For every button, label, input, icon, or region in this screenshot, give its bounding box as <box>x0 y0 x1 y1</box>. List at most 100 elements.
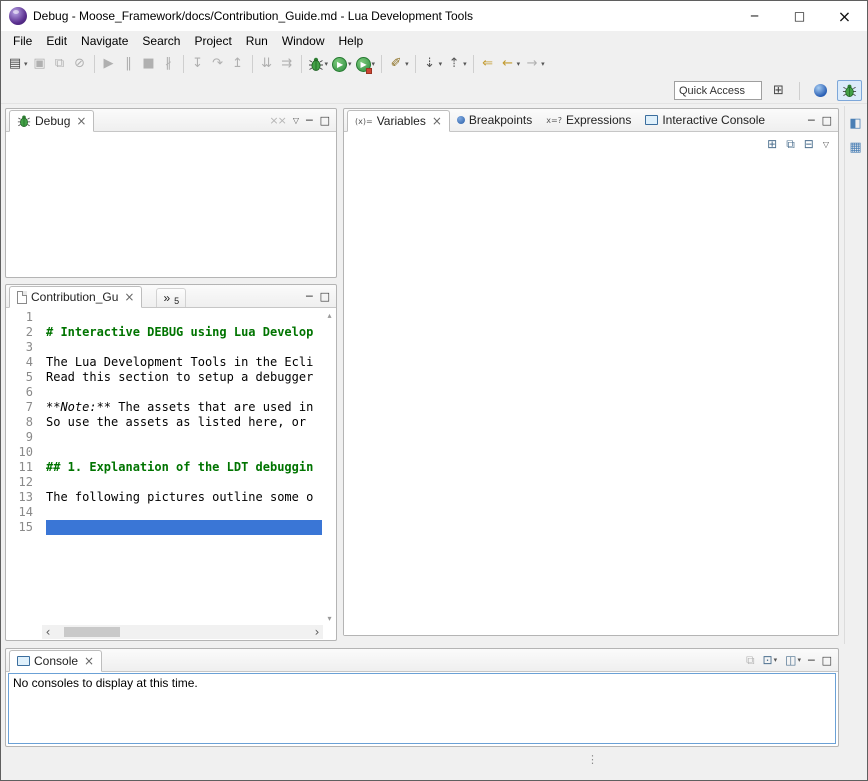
resume-button[interactable]: ▶ <box>99 53 119 75</box>
menu-file[interactable]: File <box>6 32 39 50</box>
step-return-button[interactable]: ↥ <box>228 53 248 75</box>
save-all-button[interactable]: ⧉ <box>50 53 70 75</box>
pin-console-icon[interactable]: ⧉ <box>746 653 755 668</box>
remove-all-terminated-icon[interactable]: ×× <box>269 114 285 127</box>
chevron-down-icon[interactable]: ▾ <box>797 656 801 664</box>
console-maximize-icon[interactable]: □ <box>822 654 832 667</box>
step-into-button[interactable]: ↧ <box>188 53 208 75</box>
chevron-down-icon[interactable]: ▾ <box>372 60 376 68</box>
tab-contribution-guide-close-icon[interactable]: × <box>124 290 134 304</box>
line-number[interactable]: 14 <box>6 505 33 520</box>
line-number[interactable]: 11 <box>6 460 33 475</box>
drop-to-frame-button[interactable]: ⇊ <box>257 53 277 75</box>
line-number[interactable]: 8 <box>6 415 33 430</box>
menu-help[interactable]: Help <box>332 32 371 50</box>
line-number[interactable]: 1 <box>6 310 33 325</box>
line-number[interactable]: 4 <box>6 355 33 370</box>
tab-expressions[interactable]: x=?Expressions <box>539 109 638 131</box>
scroll-up-icon[interactable]: ▴ <box>327 311 331 320</box>
line-number[interactable]: 6 <box>6 385 33 400</box>
open-console-icon[interactable]: ◫▾ <box>785 653 801 667</box>
tab-contribution-guide[interactable]: Contribution_Gu × <box>9 286 142 308</box>
line-number[interactable]: 3 <box>6 340 33 355</box>
chevron-down-icon[interactable]: ▾ <box>517 60 521 68</box>
line-number[interactable]: 10 <box>6 445 33 460</box>
external-tools-button[interactable]: ▶▾ <box>354 53 378 75</box>
chevron-down-icon[interactable]: ▾ <box>439 60 443 68</box>
display-selected-console-icon[interactable]: ⊡▾ <box>763 653 778 667</box>
tab-debug-close-icon[interactable]: × <box>76 114 86 128</box>
scroll-down-icon[interactable]: ▾ <box>327 614 331 623</box>
scroll-left-icon[interactable]: ‹ <box>42 626 54 638</box>
scrollbar-thumb[interactable] <box>64 627 120 637</box>
line-number[interactable]: 12 <box>6 475 33 490</box>
editor-vertical-scrollbar[interactable]: ▴ ▾ <box>323 308 336 626</box>
disconnect-button[interactable]: ∦ <box>159 53 179 75</box>
step-over-button[interactable]: ↷ <box>208 53 228 75</box>
line-number[interactable]: 15 <box>6 520 33 535</box>
editor-horizontal-scrollbar[interactable]: ‹ › <box>42 625 323 639</box>
scroll-right-icon[interactable]: › <box>311 626 323 638</box>
chevron-down-icon[interactable]: ▾ <box>24 60 28 68</box>
minimized-view-restore-icon[interactable]: ◧ <box>849 116 861 131</box>
terminate-button[interactable]: ■ <box>139 53 159 75</box>
use-step-filters-button[interactable]: ⇉ <box>277 53 297 75</box>
minimize-window-button[interactable]: ─ <box>732 1 777 31</box>
scrollbar-track[interactable] <box>54 625 311 639</box>
line-number[interactable]: 9 <box>6 430 33 445</box>
line-number[interactable]: 2 <box>6 325 33 340</box>
tab-breakpoints[interactable]: Breakpoints <box>450 109 539 131</box>
menu-navigate[interactable]: Navigate <box>74 32 135 50</box>
close-window-button[interactable]: × <box>822 1 867 31</box>
menu-search[interactable]: Search <box>135 32 187 50</box>
skip-all-breakpoints-button[interactable]: ⊘ <box>70 53 90 75</box>
chevron-down-icon[interactable]: ▾ <box>405 60 409 68</box>
back-button[interactable]: ←▾ <box>498 53 523 75</box>
open-element-button[interactable]: ✐▾ <box>386 53 411 75</box>
console-minimize-icon[interactable]: ─ <box>808 654 815 667</box>
editor-tab-overflow[interactable]: »5 <box>156 288 186 307</box>
show-type-names-icon[interactable]: ⊞ <box>767 137 777 151</box>
code-area[interactable]: # Interactive DEBUG using Lua Develop Th… <box>46 310 322 625</box>
chevron-down-icon[interactable]: ▾ <box>325 60 329 68</box>
lua-perspective-button[interactable] <box>808 80 833 101</box>
suspend-button[interactable]: ‖ <box>119 53 139 75</box>
debug-button[interactable]: ▾ <box>306 53 331 75</box>
chevron-down-icon[interactable]: ▾ <box>774 656 778 664</box>
save-button[interactable]: ▣ <box>30 53 50 75</box>
view-menu-icon[interactable]: ▽ <box>823 140 829 149</box>
variables-maximize-icon[interactable]: □ <box>822 114 832 127</box>
open-perspective-button[interactable]: ⊞ <box>766 80 791 101</box>
line-number[interactable]: 13 <box>6 490 33 505</box>
minimized-view-palette-icon[interactable]: ▦ <box>849 140 861 155</box>
trim-grip-handle[interactable]: ⋮ <box>587 753 598 766</box>
debug-view-menu-icon[interactable]: ▽ <box>293 116 299 125</box>
last-edit-location-button[interactable]: ⇐ <box>478 53 498 75</box>
menu-run[interactable]: Run <box>239 32 275 50</box>
debug-maximize-icon[interactable]: □ <box>320 114 330 127</box>
new-wizard-button[interactable]: ▤▾ <box>5 53 30 75</box>
debug-minimize-icon[interactable]: ─ <box>306 114 313 127</box>
collapse-all-icon[interactable]: ⊟ <box>804 137 814 151</box>
previous-annotation-button[interactable]: ⇡▾ <box>444 53 469 75</box>
tab-close-icon[interactable]: × <box>432 114 442 128</box>
tab-debug[interactable]: Debug × <box>9 110 94 132</box>
run-button[interactable]: ▶▾ <box>330 53 354 75</box>
titlebar[interactable]: Debug - Moose_Framework/docs/Contributio… <box>1 1 867 31</box>
editor-maximize-icon[interactable]: □ <box>320 290 330 303</box>
chevron-down-icon[interactable]: ▾ <box>463 60 467 68</box>
tab-interactive-console[interactable]: Interactive Console <box>638 109 772 131</box>
tab-variables[interactable]: (x)=Variables× <box>347 110 450 132</box>
menu-window[interactable]: Window <box>275 32 332 50</box>
next-annotation-button[interactable]: ⇣▾ <box>420 53 445 75</box>
debug-perspective-button[interactable] <box>837 80 862 101</box>
editor-minimize-icon[interactable]: ─ <box>306 290 313 303</box>
show-logical-structure-icon[interactable]: ⧉ <box>786 137 795 152</box>
chevron-down-icon[interactable]: ▾ <box>348 60 352 68</box>
forward-button[interactable]: →▾ <box>522 53 547 75</box>
tab-console[interactable]: Console × <box>9 650 102 672</box>
variables-minimize-icon[interactable]: ─ <box>808 114 815 127</box>
maximize-window-button[interactable]: □ <box>777 1 822 31</box>
menu-edit[interactable]: Edit <box>39 32 74 50</box>
quick-access-input[interactable] <box>674 81 762 100</box>
